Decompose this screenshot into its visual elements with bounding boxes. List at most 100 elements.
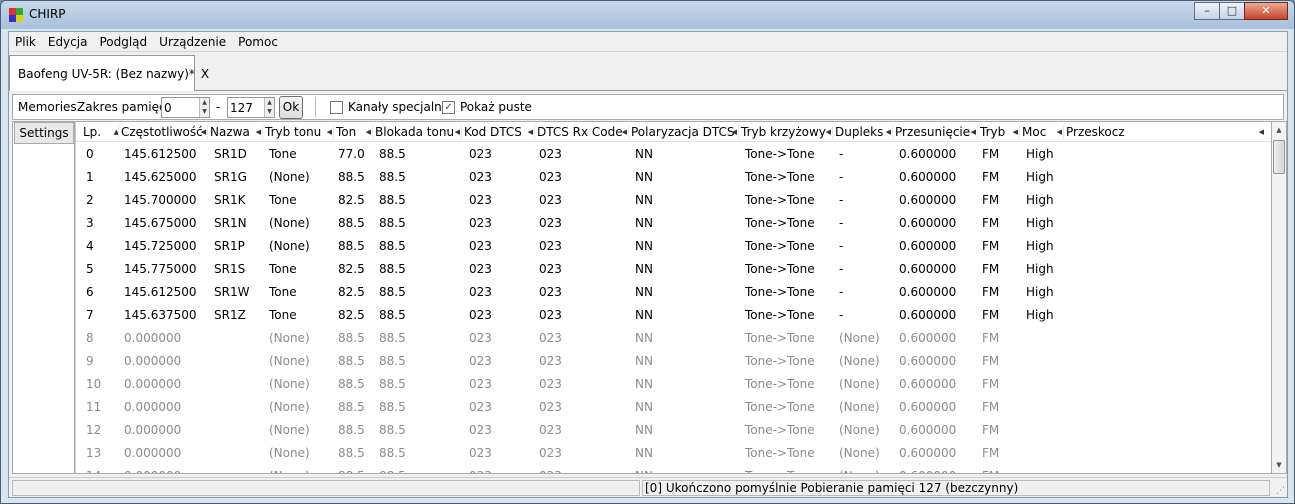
cell-czestotliwosc[interactable]: 145.700000 [122, 189, 197, 212]
column-header-lp[interactable]: Lp. ▲ [81, 122, 121, 142]
cell-lp[interactable]: 2 [84, 189, 94, 212]
cell-czestotliwosc[interactable]: 145.612500 [122, 281, 197, 304]
cell-ton[interactable]: 88.5 [336, 212, 365, 235]
cell-tryb[interactable]: FM [980, 235, 999, 258]
cell-tryb[interactable]: FM [980, 327, 999, 350]
cell-tryb-krzyzowy[interactable]: Tone->Tone [743, 258, 815, 281]
cell-moc[interactable] [1024, 350, 1026, 373]
cell-blokada-tonu[interactable]: 88.5 [377, 281, 406, 304]
cell-ton[interactable]: 88.5 [336, 419, 365, 442]
cell-dupleks[interactable]: (None) [837, 419, 880, 442]
cell-kod-dtcs[interactable]: 023 [467, 327, 492, 350]
cell-dtcs-rx-code[interactable]: 023 [537, 281, 562, 304]
cell-dupleks[interactable]: - [837, 189, 843, 212]
cell-dtcs-rx-code[interactable]: 023 [537, 304, 562, 327]
cell-tryb-tonu[interactable]: (None) [267, 166, 310, 189]
cell-dtcs-rx-code[interactable]: 023 [537, 465, 562, 473]
cell-czestotliwosc[interactable]: 0.000000 [122, 465, 181, 473]
cell-moc[interactable]: High [1024, 212, 1054, 235]
cell-tryb-tonu[interactable]: (None) [267, 350, 310, 373]
cell-dtcs-rx-code[interactable]: 023 [537, 396, 562, 419]
table-row[interactable]: 8 0.000000 (None) 88.5 88.5 023 023 NN Tone->Ton… [76, 327, 1271, 350]
cell-lp[interactable]: 10 [84, 373, 101, 396]
cell-tryb[interactable]: FM [980, 212, 999, 235]
cell-polaryzacja-dtcs[interactable]: NN [633, 350, 653, 373]
cell-dtcs-rx-code[interactable]: 023 [537, 373, 562, 396]
cell-przeskocz[interactable] [1068, 212, 1070, 235]
cell-lp[interactable]: 14 [84, 465, 101, 473]
cell-przeskocz[interactable] [1068, 281, 1070, 304]
cell-moc[interactable]: High [1024, 235, 1054, 258]
cell-przesuniecie[interactable]: 0.600000 [897, 166, 956, 189]
cell-dupleks[interactable]: - [837, 304, 843, 327]
cell-przeskocz[interactable] [1068, 465, 1070, 473]
table-row[interactable]: 0 145.612500 SR1D Tone 77.0 88.5 023 023 NN Tone-… [76, 143, 1271, 166]
cell-kod-dtcs[interactable]: 023 [467, 281, 492, 304]
cell-kod-dtcs[interactable]: 023 [467, 350, 492, 373]
cell-kod-dtcs[interactable]: 023 [467, 396, 492, 419]
cell-kod-dtcs[interactable]: 023 [467, 419, 492, 442]
cell-kod-dtcs[interactable]: 023 [467, 373, 492, 396]
cell-blokada-tonu[interactable]: 88.5 [377, 396, 406, 419]
cell-przeskocz[interactable] [1068, 327, 1070, 350]
cell-moc[interactable]: High [1024, 166, 1054, 189]
cell-przeskocz[interactable] [1068, 373, 1070, 396]
cell-tryb[interactable]: FM [980, 465, 999, 473]
cell-dtcs-rx-code[interactable]: 023 [537, 235, 562, 258]
cell-ton[interactable]: 88.5 [336, 465, 365, 473]
cell-dtcs-rx-code[interactable]: 023 [537, 166, 562, 189]
table-row[interactable]: 5 145.775000 SR1S Tone 82.5 88.5 023 023 NN Tone-… [76, 258, 1271, 281]
cell-blokada-tonu[interactable]: 88.5 [377, 143, 406, 166]
ok-button[interactable]: Ok [279, 96, 303, 119]
cell-ton[interactable]: 88.5 [336, 350, 365, 373]
resize-grip-icon[interactable]: ⋰ [1276, 486, 1285, 496]
cell-dupleks[interactable]: (None) [837, 396, 880, 419]
cell-nazwa[interactable]: SR1K [212, 189, 245, 212]
cell-tryb-krzyzowy[interactable]: Tone->Tone [743, 212, 815, 235]
cell-dtcs-rx-code[interactable]: 023 [537, 189, 562, 212]
cell-blokada-tonu[interactable]: 88.5 [377, 373, 406, 396]
cell-czestotliwosc[interactable]: 145.775000 [122, 258, 197, 281]
cell-przeskocz[interactable] [1068, 143, 1070, 166]
cell-tryb-krzyzowy[interactable]: Tone->Tone [743, 350, 815, 373]
menu-pomoc[interactable]: Pomoc [232, 32, 284, 51]
cell-lp[interactable]: 6 [84, 281, 94, 304]
cell-nazwa[interactable] [212, 327, 214, 350]
cell-kod-dtcs[interactable]: 023 [467, 166, 492, 189]
show-empty-checkbox[interactable]: ✓ [442, 101, 455, 114]
cell-tryb-krzyzowy[interactable]: Tone->Tone [743, 143, 815, 166]
cell-dupleks[interactable]: (None) [837, 327, 880, 350]
column-separator[interactable] [832, 125, 833, 139]
cell-dtcs-rx-code[interactable]: 023 [537, 350, 562, 373]
cell-tryb-tonu[interactable]: (None) [267, 327, 310, 350]
cell-ton[interactable]: 88.5 [336, 166, 365, 189]
cell-kod-dtcs[interactable]: 023 [467, 465, 492, 473]
cell-dtcs-rx-code[interactable]: 023 [537, 419, 562, 442]
cell-tryb-krzyzowy[interactable]: Tone->Tone [743, 442, 815, 465]
cell-ton[interactable]: 82.5 [336, 189, 365, 212]
table-row[interactable]: 13 0.000000 (None) 88.5 88.5 023 023 NN Tone->To… [76, 442, 1271, 465]
cell-polaryzacja-dtcs[interactable]: NN [633, 373, 653, 396]
cell-lp[interactable]: 0 [84, 143, 94, 166]
cell-dupleks[interactable]: (None) [837, 442, 880, 465]
cell-polaryzacja-dtcs[interactable]: NN [633, 258, 653, 281]
range-from-spinner[interactable]: ▲▼ [161, 97, 210, 118]
column-header-czestotliwosc[interactable]: Częstotliwość ◀ [119, 122, 208, 142]
cell-przesuniecie[interactable]: 0.600000 [897, 327, 956, 350]
cell-przesuniecie[interactable]: 0.600000 [897, 419, 956, 442]
scroll-down-arrow[interactable]: ▼ [1272, 457, 1286, 473]
cell-czestotliwosc[interactable]: 0.000000 [122, 396, 181, 419]
cell-moc[interactable] [1024, 373, 1026, 396]
cell-tryb-krzyzowy[interactable]: Tone->Tone [743, 327, 815, 350]
cell-tryb-tonu[interactable]: (None) [267, 235, 310, 258]
cell-przeskocz[interactable] [1068, 166, 1070, 189]
column-header-dupleks[interactable]: Dupleks ◀ [833, 122, 893, 142]
cell-polaryzacja-dtcs[interactable]: NN [633, 442, 653, 465]
cell-nazwa[interactable]: SR1P [212, 235, 245, 258]
cell-czestotliwosc[interactable]: 0.000000 [122, 373, 181, 396]
cell-tryb[interactable]: FM [980, 419, 999, 442]
cell-ton[interactable]: 88.5 [336, 442, 365, 465]
cell-lp[interactable]: 13 [84, 442, 101, 465]
column-separator[interactable] [977, 125, 978, 139]
cell-kod-dtcs[interactable]: 023 [467, 304, 492, 327]
